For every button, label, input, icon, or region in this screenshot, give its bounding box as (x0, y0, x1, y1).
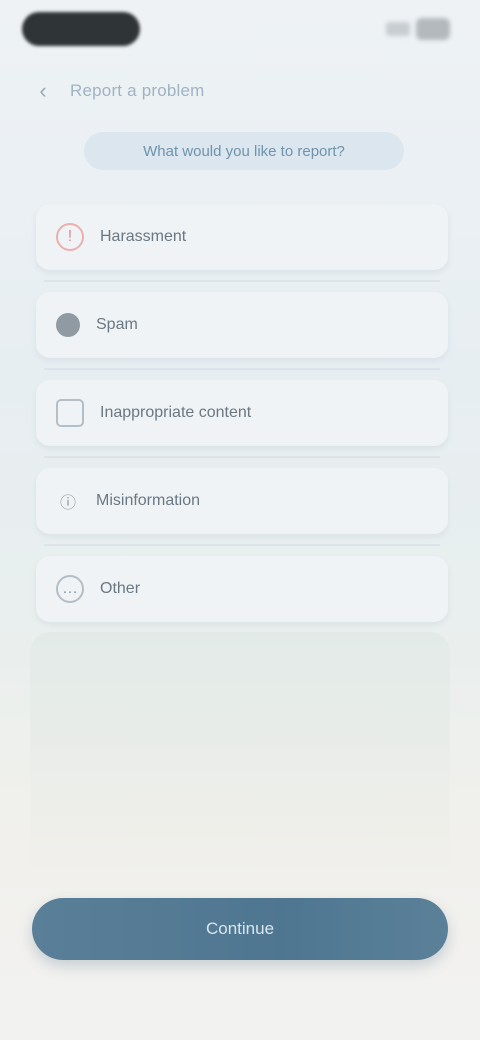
image-icon (56, 399, 84, 427)
options-list: ! Harassment Spam Inappropriate content … (36, 204, 448, 644)
subtitle: What would you like to report? (84, 132, 404, 170)
option-other[interactable]: … Other (36, 556, 448, 622)
details-area (30, 632, 450, 882)
divider (44, 456, 440, 458)
back-arrow-icon[interactable]: ‹ (30, 78, 56, 104)
option-inappropriate-content[interactable]: Inappropriate content (36, 380, 448, 458)
option-label: Misinformation (96, 492, 201, 509)
option-label: Spam (96, 316, 138, 333)
page-title: Report a problem (70, 81, 205, 100)
continue-button[interactable]: Continue (32, 898, 448, 960)
more-icon: … (56, 575, 84, 603)
battery-icon (416, 18, 450, 40)
option-misinformation[interactable]: ⓘ Misinformation (36, 468, 448, 546)
divider (44, 544, 440, 546)
status-indicators (386, 18, 450, 40)
divider (44, 280, 440, 282)
warning-icon: ! (56, 223, 84, 251)
option-label: Other (100, 580, 141, 597)
person-icon (56, 313, 80, 337)
option-harassment[interactable]: ! Harassment (36, 204, 448, 282)
option-label: Harassment (100, 228, 187, 245)
signal-icon (386, 22, 410, 36)
header: ‹ Report a problem (30, 74, 450, 108)
divider (44, 368, 440, 370)
status-time-pill (22, 12, 140, 46)
info-icon: ⓘ (59, 495, 76, 512)
status-bar (0, 0, 480, 60)
option-label: Inappropriate content (100, 404, 252, 421)
option-spam[interactable]: Spam (36, 292, 448, 370)
